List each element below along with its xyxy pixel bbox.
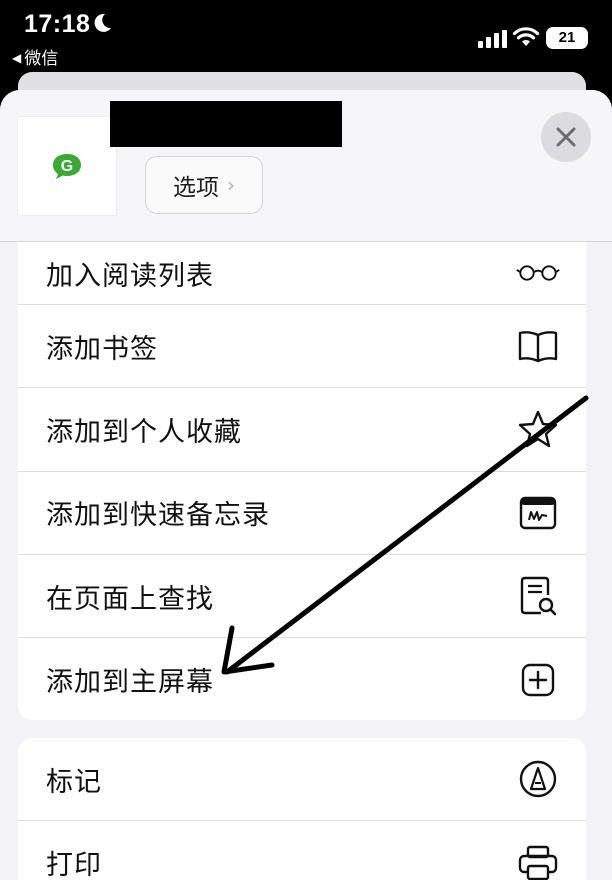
redacted-page-title bbox=[110, 101, 342, 147]
options-label: 选项 bbox=[173, 175, 219, 201]
cellular-signal-icon bbox=[478, 30, 508, 52]
action-add-to-quick-note[interactable]: 添加到快速备忘录 bbox=[18, 472, 586, 555]
action-markup[interactable]: 标记 bbox=[18, 738, 586, 822]
glasses-icon bbox=[516, 251, 560, 295]
svg-text:G: G bbox=[61, 158, 73, 175]
actions-group-primary: 加入阅读列表 添加书签 添加到个人收藏 添加到快速备忘录 在页面上查找 添加到主… bbox=[18, 242, 586, 720]
printer-icon bbox=[516, 841, 560, 880]
close-button[interactable] bbox=[541, 112, 591, 162]
battery-indicator: 21 bbox=[546, 27, 588, 49]
markup-icon bbox=[516, 757, 560, 801]
status-time: 17:18 bbox=[24, 10, 91, 38]
find-on-page-icon bbox=[516, 574, 560, 618]
moon-icon bbox=[92, 12, 112, 38]
chevron-right-icon: › bbox=[227, 173, 235, 197]
actions-group-secondary: 标记 打印 bbox=[18, 738, 586, 880]
site-logo-thumbnail: G bbox=[18, 117, 116, 215]
action-label: 标记 bbox=[46, 766, 102, 798]
action-print[interactable]: 打印 bbox=[18, 821, 586, 880]
action-label: 打印 bbox=[46, 850, 102, 880]
action-label: 在页面上查找 bbox=[46, 583, 214, 615]
back-triangle-icon: ◀ bbox=[12, 51, 22, 65]
back-to-app-link[interactable]: ◀ 微信 bbox=[12, 44, 58, 69]
action-add-to-reading-list[interactable]: 加入阅读列表 bbox=[18, 242, 586, 305]
action-find-on-page[interactable]: 在页面上查找 bbox=[18, 555, 586, 639]
action-label: 加入阅读列表 bbox=[46, 260, 214, 292]
action-add-bookmark[interactable]: 添加书签 bbox=[18, 305, 586, 389]
options-button[interactable]: 选项 › bbox=[145, 156, 263, 214]
action-label: 添加到主屏幕 bbox=[46, 667, 214, 699]
quick-note-icon bbox=[516, 491, 560, 535]
add-square-icon bbox=[516, 658, 560, 702]
close-icon bbox=[556, 127, 576, 147]
back-app-label: 微信 bbox=[24, 49, 59, 69]
action-label: 添加书签 bbox=[46, 333, 158, 365]
site-logo-icon: G bbox=[53, 154, 81, 179]
wifi-icon bbox=[512, 26, 540, 52]
action-label: 添加到快速备忘录 bbox=[46, 500, 270, 532]
action-add-to-home-screen[interactable]: 添加到主屏幕 bbox=[18, 638, 586, 720]
status-bar: 17:18 ◀ 微信 21 bbox=[0, 0, 612, 72]
action-label: 添加到个人收藏 bbox=[46, 416, 242, 448]
share-sheet-header: G 选项 › bbox=[0, 90, 612, 242]
action-add-to-favorites[interactable]: 添加到个人收藏 bbox=[18, 388, 586, 472]
book-icon bbox=[516, 324, 560, 368]
star-icon bbox=[516, 407, 560, 451]
